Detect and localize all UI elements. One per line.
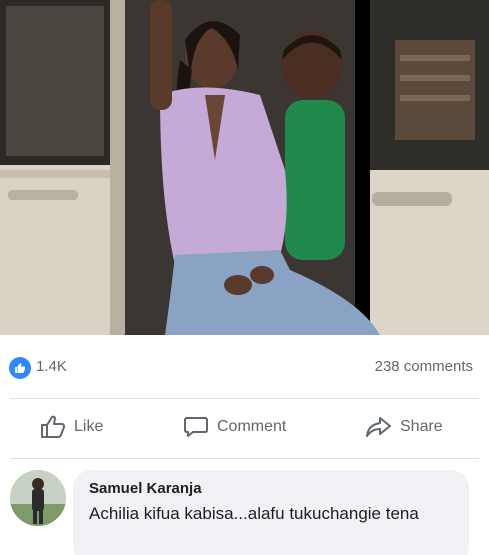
post-photo[interactable] — [0, 0, 489, 335]
comment-bubble[interactable]: Samuel Karanja Achilia kifua kabisa...al… — [73, 470, 469, 555]
post-actions: Like Comment Share — [0, 400, 489, 454]
share-button[interactable]: Share — [364, 410, 443, 444]
comment-button[interactable]: Comment — [183, 410, 286, 444]
comment-author[interactable]: Samuel Karanja — [89, 480, 453, 497]
commenter-avatar[interactable] — [10, 470, 66, 526]
reaction-count[interactable]: 1.4K — [36, 358, 67, 375]
divider — [10, 398, 479, 399]
share-arrow-icon — [366, 417, 391, 437]
share-label: Share — [400, 418, 443, 435]
speech-bubble-icon — [184, 417, 208, 437]
like-label: Like — [74, 418, 104, 435]
comment-text: Achilia kifua kabisa...alafu tukuchangie… — [89, 504, 419, 523]
comment-label: Comment — [217, 418, 287, 435]
thumbs-up-icon — [15, 363, 25, 373]
divider — [10, 458, 479, 459]
thumbs-up-icon — [41, 415, 65, 438]
reaction-like-icon[interactable] — [9, 357, 31, 379]
comments-count[interactable]: 238 comments — [375, 358, 473, 375]
like-button[interactable]: Like — [40, 410, 103, 444]
person-avatar-icon — [10, 470, 66, 526]
post-photo-illustration — [0, 0, 489, 335]
